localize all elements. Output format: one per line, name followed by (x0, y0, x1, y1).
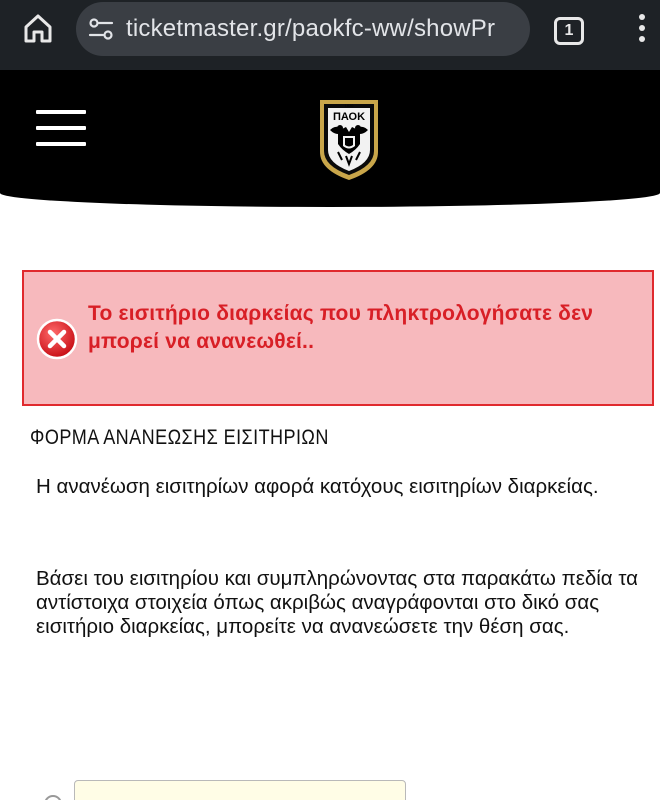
logo-text: ΠΑΟΚ (333, 111, 365, 123)
logo-year: 1926 (345, 103, 355, 108)
more-vert-icon[interactable] (636, 14, 648, 48)
tabs-icon[interactable]: 1 (554, 17, 584, 45)
tab-count: 1 (564, 22, 574, 39)
intro-text: Η ανανέωση εισιτηρίων αφορά κατόχους εισ… (36, 475, 599, 498)
hamburger-menu-icon[interactable] (36, 110, 86, 146)
site-header: 1926 ΠΑΟΚ (0, 70, 660, 207)
ticket-input-field[interactable] (74, 780, 406, 800)
tune-icon[interactable] (88, 16, 114, 42)
paok-logo[interactable]: 1926 ΠΑΟΚ (316, 94, 382, 184)
browser-toolbar: ticketmaster.gr/paokfc-ww/showPr 1 (0, 0, 660, 70)
instructions-text: Βάσει του εισιτηρίου και συμπληρώνοντας … (36, 567, 639, 638)
radio-button[interactable] (44, 795, 62, 800)
home-icon[interactable] (18, 10, 58, 46)
address-bar[interactable]: ticketmaster.gr/paokfc-ww/showPr (76, 2, 530, 56)
alert-message: Το εισιτήριο διαρκείας που πληκτρολογήσα… (88, 302, 594, 353)
url-text[interactable]: ticketmaster.gr/paokfc-ww/showPr (126, 15, 521, 43)
form-title: ΦΟΡΜΑ ΑΝΑΝΕΩΣΗΣ ΕΙΣΙΤΗΡΙΩΝ (30, 426, 329, 449)
error-alert: Το εισιτήριο διαρκείας που πληκτρολογήσα… (22, 270, 654, 406)
error-x-icon (36, 318, 78, 360)
